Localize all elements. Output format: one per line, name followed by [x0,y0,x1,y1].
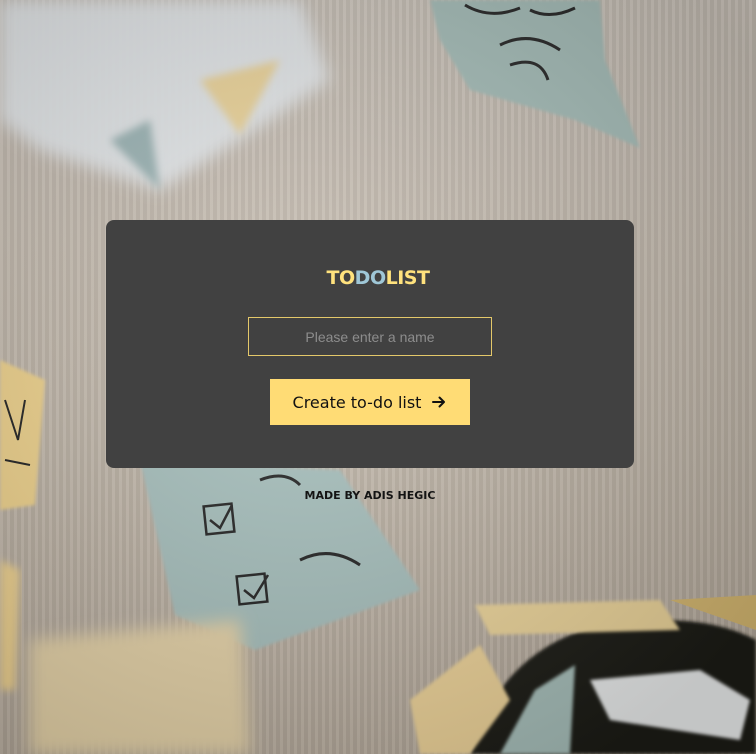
title-part-to: TO [326,267,356,289]
title-part-list: LIST [385,267,430,289]
author-credit: MADE BY ADIS HEGIC [304,489,436,502]
name-input[interactable] [248,317,492,356]
title-part-do: DO [354,267,386,289]
arrow-right-icon [431,394,447,410]
create-list-button[interactable]: Create to-do list [270,379,470,425]
app-root: TODOLIST Create to-do list MADE BY ADIS … [0,0,756,754]
create-list-label: Create to-do list [292,392,422,412]
app-title: TODOLIST [0,267,756,289]
